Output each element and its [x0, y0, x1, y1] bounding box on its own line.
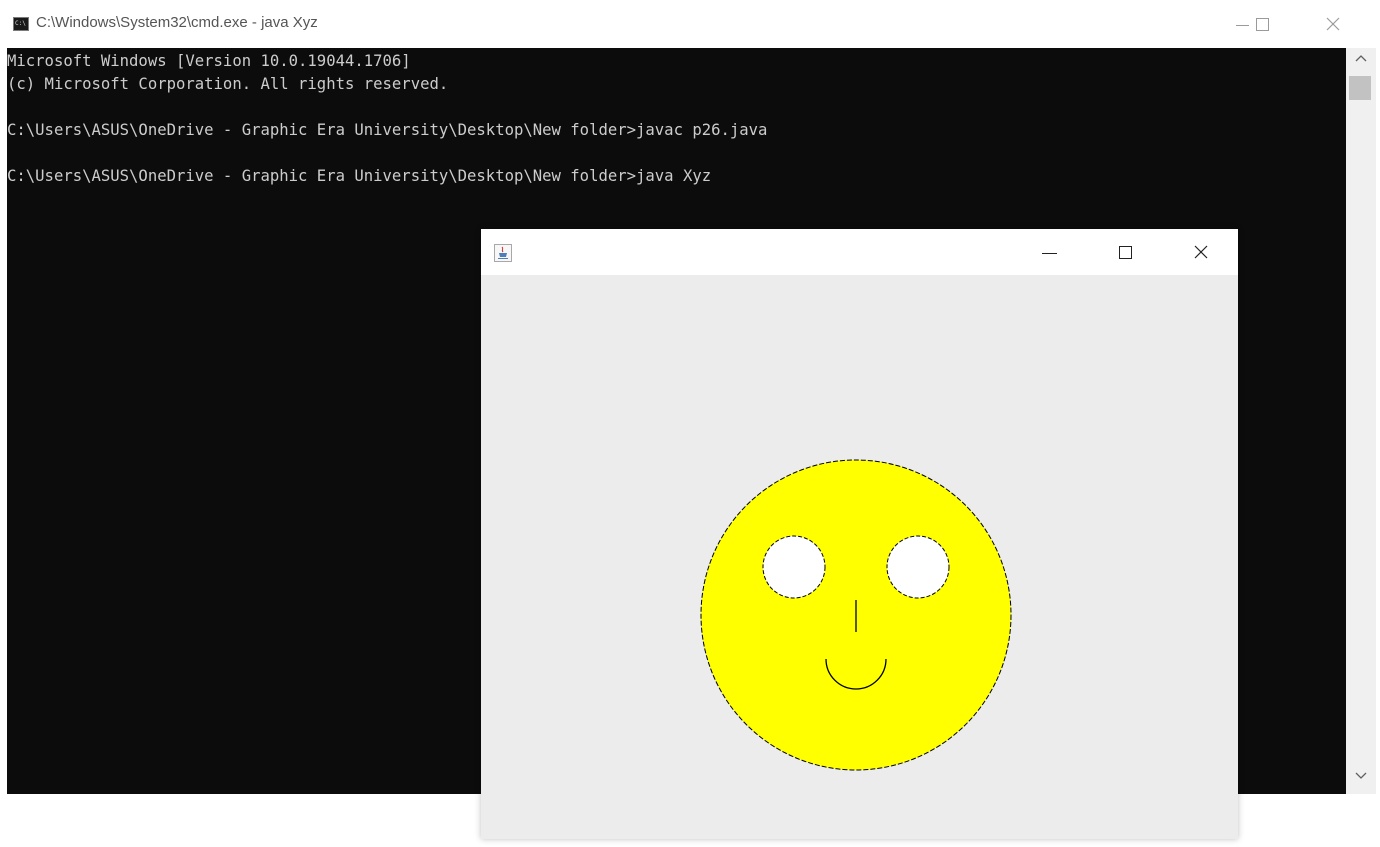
- java-maximize-button[interactable]: [1095, 229, 1155, 275]
- console-line: C:\Users\ASUS\OneDrive - Graphic Era Uni…: [7, 121, 768, 139]
- cmd-minimize-button[interactable]: [1236, 0, 1286, 48]
- console-line: Microsoft Windows [Version 10.0.19044.17…: [7, 52, 411, 70]
- right-eye: [886, 535, 950, 599]
- vertical-scrollbar[interactable]: [1346, 48, 1376, 794]
- drawing-canvas: [700, 459, 1012, 771]
- scroll-thumb[interactable]: [1349, 76, 1371, 100]
- java-titlebar[interactable]: [481, 229, 1238, 275]
- java-close-button[interactable]: [1171, 229, 1231, 275]
- cmd-close-button[interactable]: [1310, 0, 1356, 48]
- console-output: Microsoft Windows [Version 10.0.19044.17…: [7, 50, 767, 188]
- minimize-icon: [1042, 253, 1057, 254]
- java-coffee-icon: [494, 244, 512, 262]
- maximize-icon: [1119, 246, 1132, 259]
- scroll-down-arrow-icon[interactable]: [1355, 772, 1367, 780]
- maximize-icon: [1256, 18, 1269, 31]
- console-line: (c) Microsoft Corporation. All rights re…: [7, 75, 449, 93]
- scroll-up-arrow-icon[interactable]: [1355, 54, 1367, 62]
- close-icon: [1326, 17, 1340, 31]
- cmd-window-title: C:\Windows\System32\cmd.exe - java Xyz: [36, 14, 318, 31]
- java-window: [481, 229, 1238, 839]
- close-icon: [1194, 245, 1208, 259]
- console-line: C:\Users\ASUS\OneDrive - Graphic Era Uni…: [7, 167, 712, 185]
- java-cup-glyph: [498, 246, 508, 259]
- left-eye: [762, 535, 826, 599]
- java-minimize-button[interactable]: [1019, 229, 1079, 275]
- cmd-titlebar[interactable]: C:\ C:\Windows\System32\cmd.exe - java X…: [0, 0, 1380, 48]
- cmd-icon: C:\: [13, 17, 29, 31]
- minimize-icon: [1236, 25, 1249, 26]
